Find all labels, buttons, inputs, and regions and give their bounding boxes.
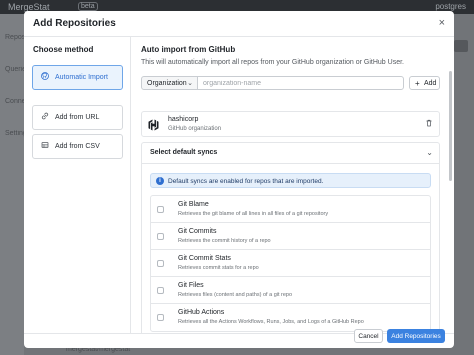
auto-import-panel: Auto import from GitHub This will automa…: [132, 37, 454, 333]
method-label: Add from CSV: [55, 143, 100, 150]
modal-title: Add Repositories: [33, 18, 116, 29]
sync-description: Retrieves the commit history of a repo: [178, 238, 271, 244]
list-item: Git Commit Stats Retrieves commit stats …: [151, 250, 430, 277]
auto-import-description: This will automatically import all repos…: [141, 59, 404, 66]
method-panel: Choose method Automatic Import Add from …: [24, 37, 131, 333]
info-alert: i Default syncs are enabled for repos th…: [150, 173, 431, 188]
sync-description: Retrieves commit stats for a repo: [178, 265, 259, 271]
link-icon: [41, 112, 49, 122]
hashicorp-logo-icon: [148, 118, 159, 131]
method-automatic-import[interactable]: Automatic Import: [32, 65, 123, 90]
sync-checkbox[interactable]: [157, 206, 164, 213]
sidebar-item-connect[interactable]: Connect: [5, 98, 24, 105]
user-menu[interactable]: postgres: [435, 2, 466, 11]
chevron-down-icon: ⌄: [187, 80, 193, 87]
sync-checkbox[interactable]: [157, 233, 164, 240]
sidebar-item-repos[interactable]: Repos: [5, 34, 24, 41]
modal-footer: Cancel Add Repositories: [24, 329, 454, 348]
sidebar-item-queries[interactable]: Queries: [5, 66, 24, 73]
sync-checkbox[interactable]: [157, 260, 164, 267]
organization-name-input[interactable]: [197, 76, 404, 90]
list-item: GitHub Actions Retrieves all the Actions…: [151, 304, 430, 331]
sync-checkbox[interactable]: [157, 314, 164, 321]
method-add-from-csv[interactable]: Add from CSV: [32, 134, 123, 159]
sync-name: Git Blame: [178, 201, 209, 208]
github-icon: [41, 72, 49, 82]
sync-description: Retrieves files (content and paths) of a…: [178, 292, 293, 298]
app-sidebar: Repos Queries Connect Settings: [0, 14, 24, 355]
method-label: Add from URL: [55, 114, 100, 121]
info-text: Default syncs are enabled for repos that…: [168, 178, 324, 185]
backdrop-button[interactable]: [454, 40, 468, 52]
list-item: Git Blame Retrieves the git blame of all…: [151, 196, 430, 223]
close-icon[interactable]: ×: [439, 17, 445, 29]
owner-type-select[interactable]: Organization ⌄: [141, 76, 198, 90]
info-icon: i: [156, 177, 164, 185]
org-type: GitHub organization: [168, 126, 222, 132]
sync-list: Git Blame Retrieves the git blame of all…: [150, 195, 431, 332]
sync-description: Retrieves all the Actions Workflows, Run…: [178, 319, 364, 325]
cancel-button[interactable]: Cancel: [354, 329, 383, 343]
add-label: Add: [424, 80, 437, 87]
chevron-down-icon: ⌄: [426, 148, 433, 157]
table-icon: [41, 141, 49, 151]
sidebar-item-settings[interactable]: Settings: [5, 130, 24, 137]
plus-icon: +: [415, 79, 420, 88]
default-syncs-title: Select default syncs: [150, 149, 218, 156]
trash-icon[interactable]: [425, 119, 433, 129]
add-repositories-button[interactable]: Add Repositories: [387, 329, 445, 343]
method-label: Automatic Import: [55, 74, 108, 81]
beta-badge: beta: [78, 2, 98, 11]
list-item: Git Commits Retrieves the commit history…: [151, 223, 430, 250]
owner-type-value: Organization: [147, 80, 187, 87]
auto-import-title: Auto import from GitHub: [141, 45, 236, 54]
default-syncs-toggle[interactable]: Select default syncs ⌄: [142, 143, 439, 164]
method-add-from-url[interactable]: Add from URL: [32, 105, 123, 130]
sync-checkbox[interactable]: [157, 287, 164, 294]
add-org-button[interactable]: + Add: [409, 76, 440, 90]
modal-header: Add Repositories ×: [24, 11, 454, 37]
sync-name: GitHub Actions: [178, 309, 225, 316]
add-repositories-modal: Add Repositories × Choose method Automat…: [24, 11, 454, 348]
sync-description: Retrieves the git blame of all lines in …: [178, 211, 329, 217]
sync-name: Git Commit Stats: [178, 255, 231, 262]
method-heading: Choose method: [33, 45, 94, 54]
default-syncs-section: Select default syncs ⌄ i Default syncs a…: [141, 142, 440, 333]
scrollbar[interactable]: [449, 71, 452, 181]
org-card: hashicorp GitHub organization: [141, 111, 440, 137]
sync-name: Git Files: [178, 282, 204, 289]
list-item: Git Files Retrieves files (content and p…: [151, 277, 430, 304]
org-name: hashicorp: [168, 116, 199, 123]
sync-name: Git Commits: [178, 228, 217, 235]
